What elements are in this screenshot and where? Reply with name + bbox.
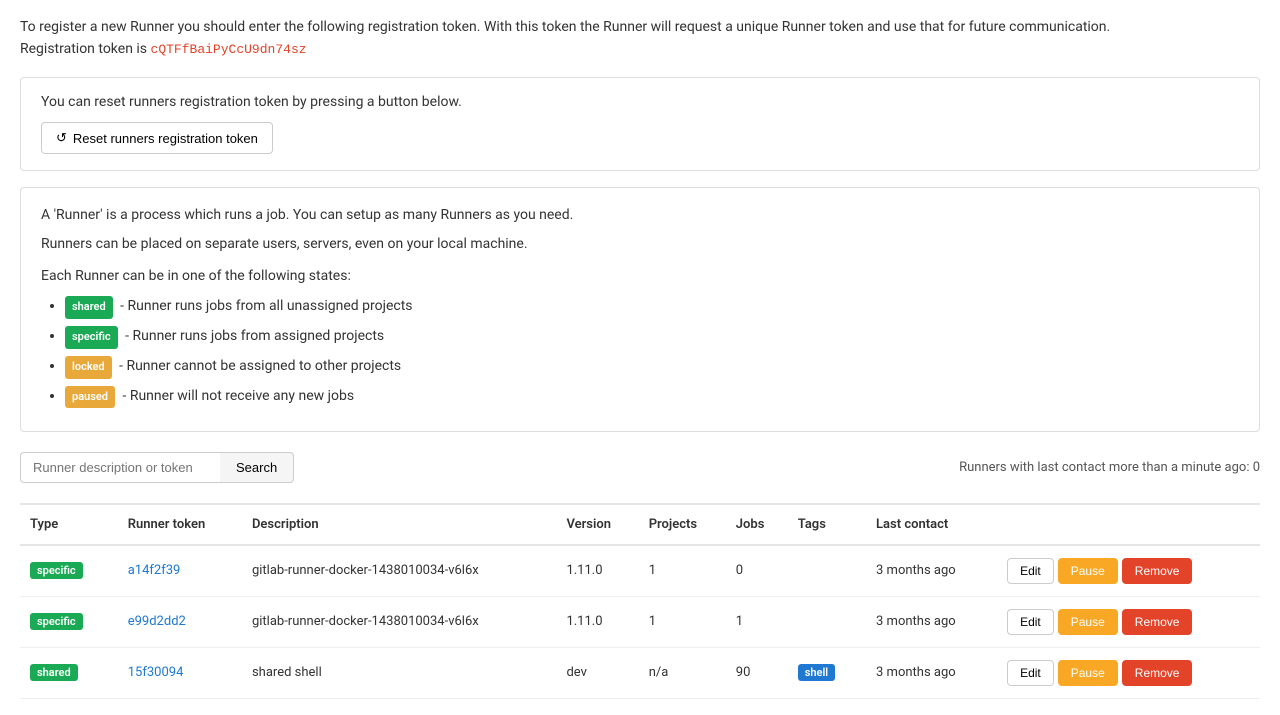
col-type: Type <box>20 504 118 545</box>
search-button[interactable]: Search <box>220 452 294 483</box>
states-intro2: Runners can be placed on separate users,… <box>41 233 1239 255</box>
pause-button[interactable]: Pause <box>1058 609 1118 635</box>
col-version: Version <box>556 504 638 545</box>
cell-type: shared <box>20 647 118 698</box>
reset-section: You can reset runners registration token… <box>20 77 1260 171</box>
cell-projects: n/a <box>639 647 726 698</box>
search-controls: Search <box>20 452 294 483</box>
cell-jobs: 90 <box>726 647 788 698</box>
cell-projects: 1 <box>639 545 726 597</box>
table-row: specific e99d2dd2 gitlab-runner-docker-143… <box>20 596 1260 647</box>
cell-version: 1.11.0 <box>556 545 638 597</box>
cell-tags <box>788 545 866 597</box>
cell-tags: shell <box>788 647 866 698</box>
col-runner-token: Runner token <box>118 504 242 545</box>
cell-actions: EditPauseRemove <box>993 647 1260 698</box>
list-item: paused - Runner will not receive any new… <box>65 385 1239 409</box>
pause-button[interactable]: Pause <box>1058 558 1118 584</box>
type-badge: shared <box>30 664 78 681</box>
cell-description: gitlab-runner-docker-1438010034-v6l6x <box>242 596 556 647</box>
edit-button[interactable]: Edit <box>1007 609 1054 635</box>
list-item: shared - Runner runs jobs from all unass… <box>65 295 1239 319</box>
states-intro1: A 'Runner' is a process which runs a job… <box>41 204 1239 226</box>
col-actions <box>993 504 1260 545</box>
remove-button[interactable]: Remove <box>1122 660 1193 686</box>
edit-button[interactable]: Edit <box>1007 660 1054 686</box>
type-badge: specific <box>30 562 83 579</box>
registration-token-value: cQTFfBaiPyCcU9dn74sz <box>151 42 307 57</box>
type-badge: specific <box>30 613 83 630</box>
runners-table: Type Runner token Description Version Pr… <box>20 503 1260 699</box>
search-input[interactable] <box>20 452 220 483</box>
tag-badge: shell <box>798 664 835 681</box>
cell-jobs: 0 <box>726 545 788 597</box>
remove-button[interactable]: Remove <box>1122 558 1193 584</box>
shared-badge: shared <box>65 296 113 319</box>
paused-badge: paused <box>65 386 115 409</box>
registration-section: To register a new Runner you should ente… <box>20 16 1260 61</box>
states-list: shared - Runner runs jobs from all unass… <box>41 295 1239 408</box>
remove-button[interactable]: Remove <box>1122 609 1193 635</box>
cell-token: 15f30094 <box>118 647 242 698</box>
cell-description: shared shell <box>242 647 556 698</box>
col-jobs: Jobs <box>726 504 788 545</box>
cell-token: e99d2dd2 <box>118 596 242 647</box>
cell-description: gitlab-runner-docker-1438010034-v6l6x <box>242 545 556 597</box>
pause-button[interactable]: Pause <box>1058 660 1118 686</box>
cell-type: specific <box>20 596 118 647</box>
cell-last-contact: 3 months ago <box>866 545 993 597</box>
cell-last-contact: 3 months ago <box>866 647 993 698</box>
edit-button[interactable]: Edit <box>1007 558 1054 584</box>
table-row: shared 15f30094 shared shelldevn/a90 shell 3… <box>20 647 1260 698</box>
col-last-contact: Last contact <box>866 504 993 545</box>
cell-tags <box>788 596 866 647</box>
cell-type: specific <box>20 545 118 597</box>
states-label: Each Runner can be in one of the followi… <box>41 265 1239 287</box>
cell-token: a14f2f39 <box>118 545 242 597</box>
cell-actions: EditPauseRemove <box>993 545 1260 597</box>
reset-token-button[interactable]: ↺ Reset runners registration token <box>41 122 273 154</box>
locked-badge: locked <box>65 356 112 379</box>
col-tags: Tags <box>788 504 866 545</box>
runner-token-link[interactable]: a14f2f39 <box>128 563 181 578</box>
reset-description: You can reset runners registration token… <box>41 94 1239 110</box>
specific-badge: specific <box>65 326 118 349</box>
col-description: Description <box>242 504 556 545</box>
cell-last-contact: 3 months ago <box>866 596 993 647</box>
cell-version: dev <box>556 647 638 698</box>
states-section: A 'Runner' is a process which runs a job… <box>20 187 1260 431</box>
runner-token-link[interactable]: 15f30094 <box>128 665 184 680</box>
cell-actions: EditPauseRemove <box>993 596 1260 647</box>
cell-version: 1.11.0 <box>556 596 638 647</box>
table-row: specific a14f2f39 gitlab-runner-docker-143… <box>20 545 1260 597</box>
registration-token-label: Registration token is <box>20 41 147 57</box>
runners-info: Runners with last contact more than a mi… <box>959 460 1260 475</box>
list-item: locked - Runner cannot be assigned to ot… <box>65 355 1239 379</box>
registration-intro: To register a new Runner you should ente… <box>20 19 1110 35</box>
col-projects: Projects <box>639 504 726 545</box>
cell-jobs: 1 <box>726 596 788 647</box>
table-header-row: Type Runner token Description Version Pr… <box>20 504 1260 545</box>
cell-projects: 1 <box>639 596 726 647</box>
runner-token-link[interactable]: e99d2dd2 <box>128 614 186 629</box>
reset-icon: ↺ <box>56 130 67 146</box>
list-item: specific - Runner runs jobs from assigne… <box>65 325 1239 349</box>
search-row: Search Runners with last contact more th… <box>20 452 1260 483</box>
